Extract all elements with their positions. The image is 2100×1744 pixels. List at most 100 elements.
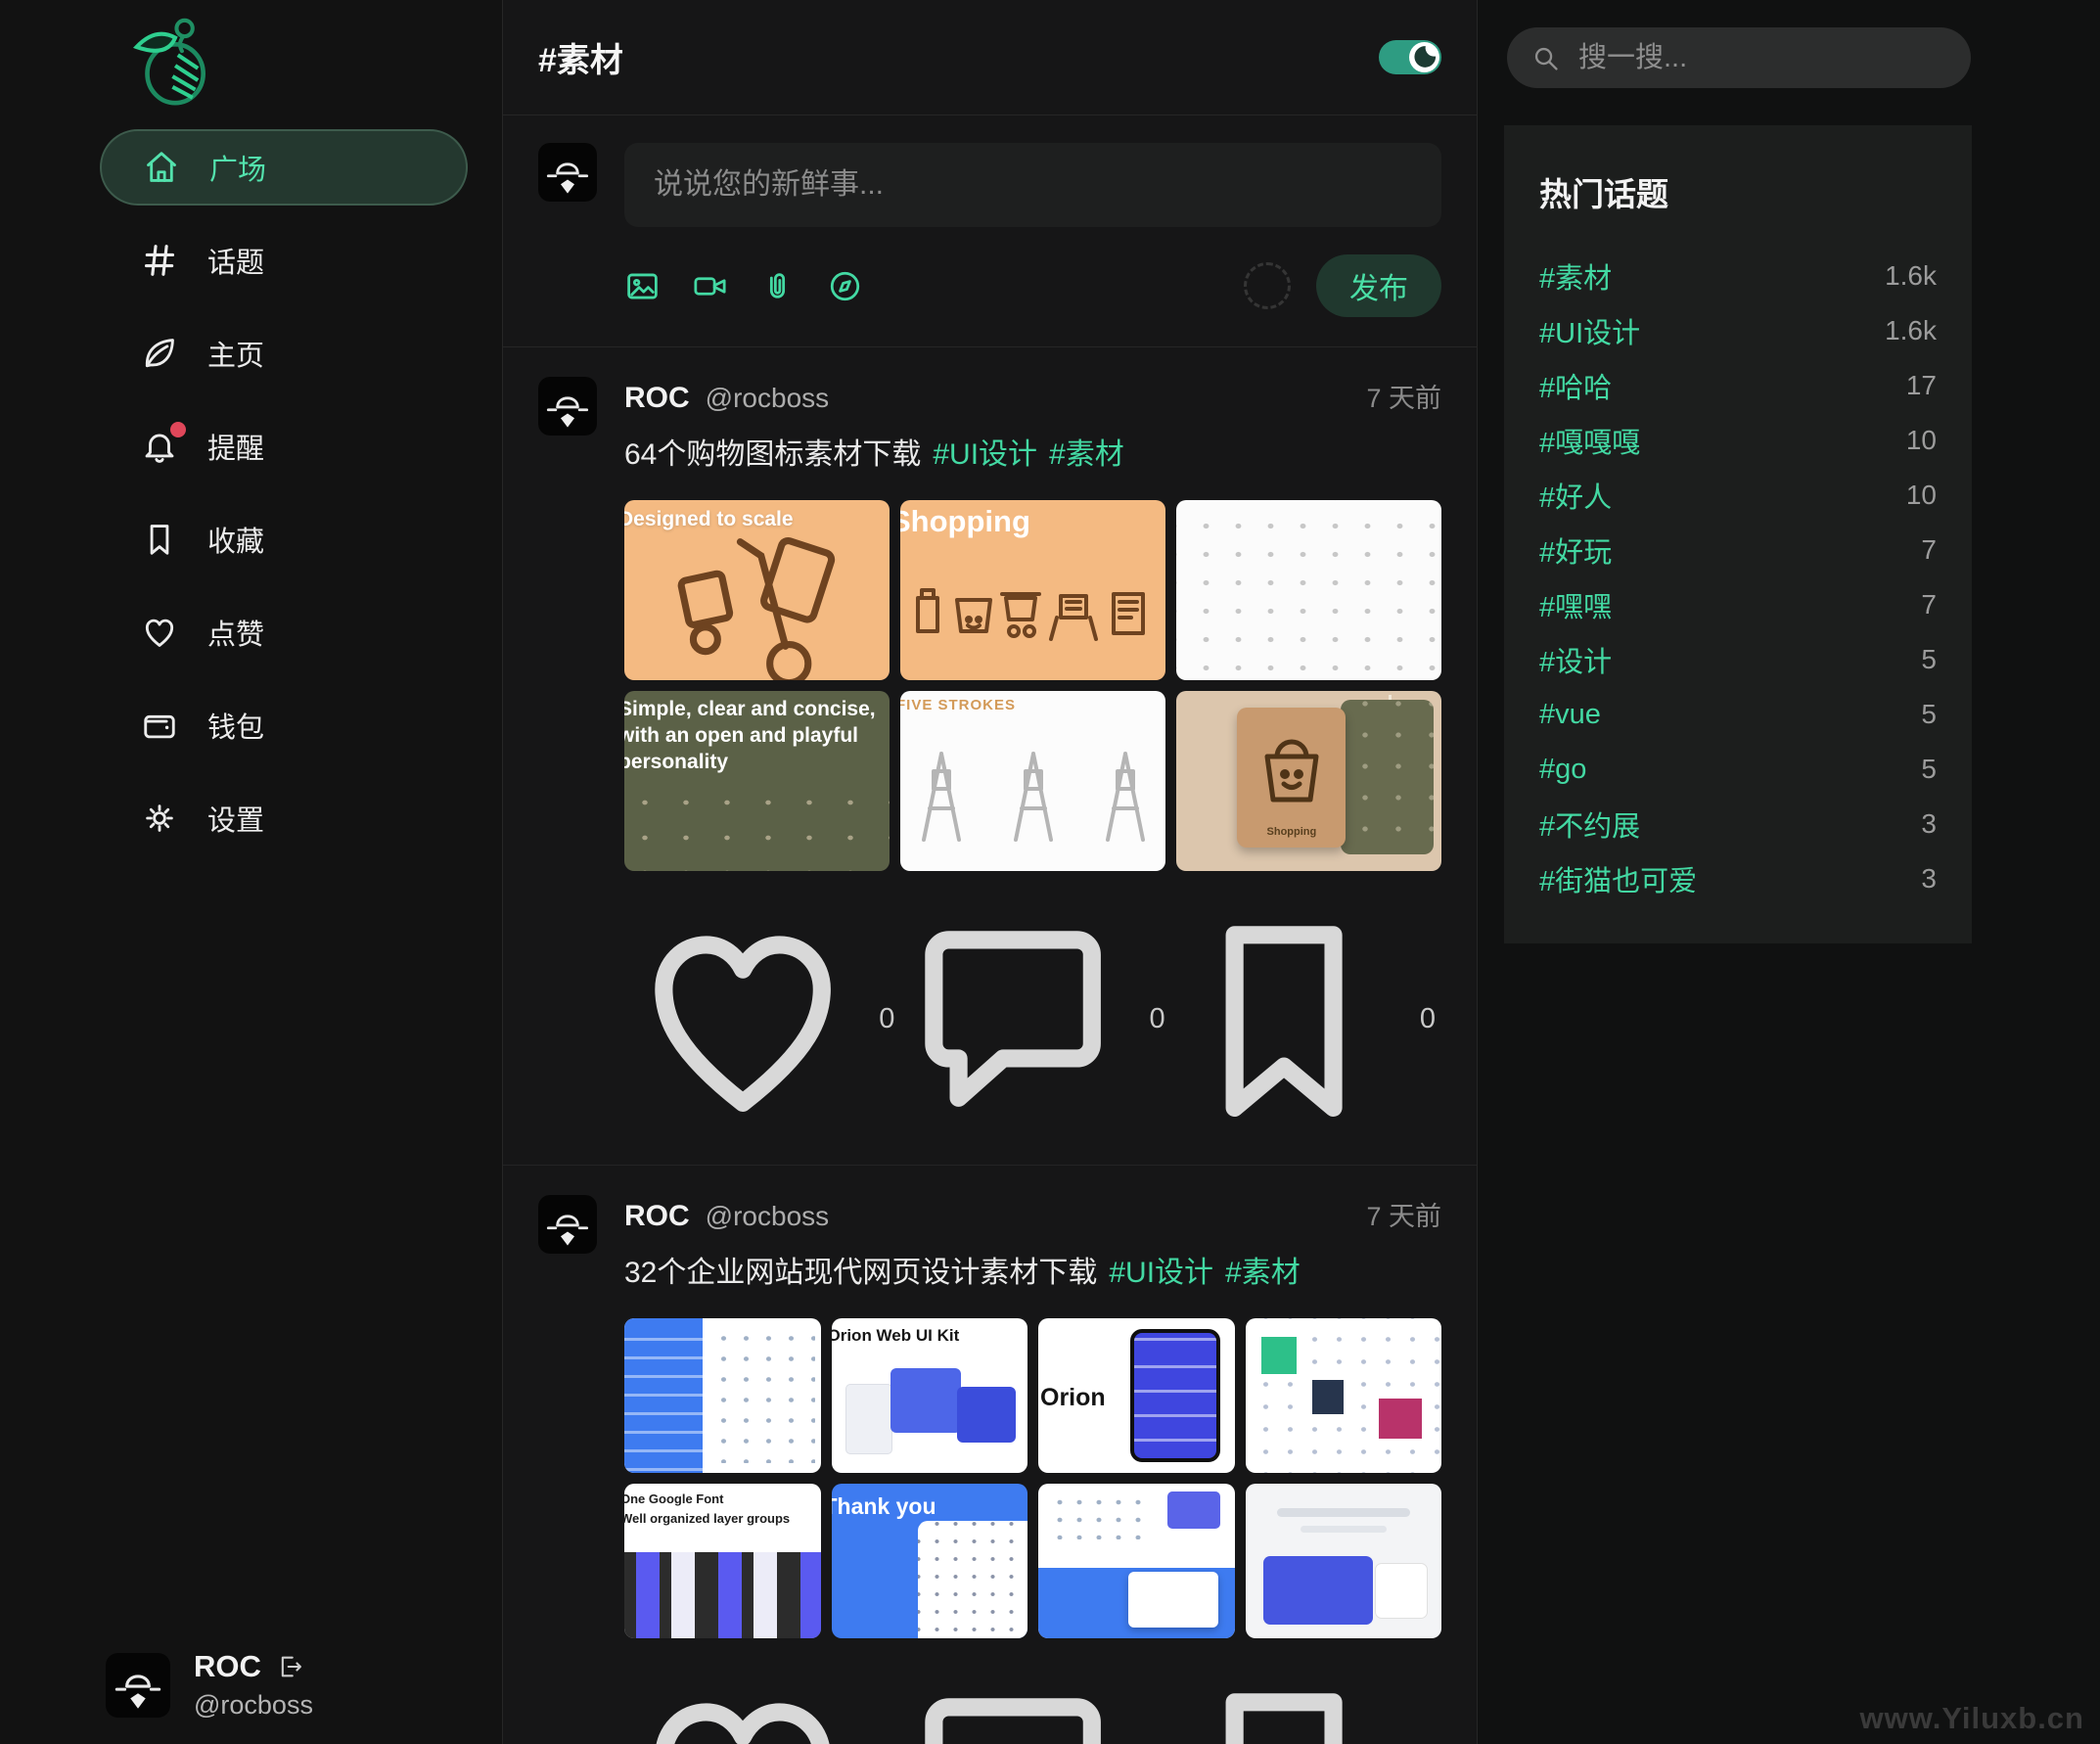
sidebar-item-label: 钱包	[207, 712, 265, 744]
post-handle[interactable]: @rocboss	[706, 383, 829, 414]
topic-row[interactable]: #嘎嘎嘎 10	[1539, 413, 1937, 468]
post-image-thumbnail[interactable]: Designed to scale	[624, 500, 890, 680]
topic-count: 10	[1905, 425, 1937, 455]
heart-icon	[624, 1668, 861, 1744]
post-image-thumbnail[interactable]	[1038, 1484, 1235, 1639]
post-image-thumbnail[interactable]: FIVE STROKES	[900, 691, 1165, 871]
post: ROC @rocboss 7 天前 64个购物图标素材下载 #UI设计 #素材 De…	[503, 347, 1477, 1167]
image-icon[interactable]	[624, 268, 661, 304]
post-author[interactable]: ROC	[624, 1200, 690, 1233]
dark-mode-toggle[interactable]	[1379, 40, 1441, 74]
post-handle[interactable]: @rocboss	[706, 1201, 829, 1232]
post-image-thumbnail[interactable]	[1176, 500, 1441, 680]
comment-button[interactable]: 0	[894, 900, 1165, 1137]
app-root: 广场 话题 主页 提醒 收藏 点赞 钱包 设置 ROC @rocboss #素材…	[0, 0, 2100, 1744]
post-image-thumbnail[interactable]: Shopping	[1176, 691, 1441, 871]
topic-label: #好玩	[1539, 537, 1613, 569]
sidebar-item-label: 广场	[209, 155, 267, 186]
topic-row[interactable]: #UI设计 1.6k	[1539, 303, 1937, 358]
app-logo[interactable]	[123, 14, 219, 110]
hash-icon	[141, 242, 178, 279]
post-image-thumbnail[interactable]: Orion Web UI Kit	[831, 1318, 1027, 1474]
topic-row[interactable]: #vue 5	[1539, 687, 1937, 742]
hashtag-link[interactable]: #素材	[1225, 1257, 1301, 1289]
hashtag-link[interactable]: #素材	[1049, 438, 1124, 471]
topic-label: #设计	[1539, 647, 1613, 678]
topic-row[interactable]: #不约展 3	[1539, 797, 1937, 851]
post-footer: 0 0 0	[624, 1668, 1441, 1744]
hashtag-link[interactable]: #UI设计	[1109, 1257, 1213, 1289]
post-composer: 发布	[503, 115, 1477, 347]
sidebar-item[interactable]: 钱包	[100, 687, 468, 763]
logout-icon[interactable]	[277, 1653, 304, 1680]
like-button[interactable]: 0	[624, 900, 894, 1137]
topic-label: #素材	[1539, 263, 1613, 295]
topic-row[interactable]: #素材 1.6k	[1539, 249, 1937, 303]
paperclip-icon[interactable]	[759, 268, 796, 304]
topic-count: 17	[1905, 370, 1937, 400]
post-time: 7 天前	[1366, 384, 1441, 413]
compass-icon[interactable]	[827, 268, 863, 304]
topic-row[interactable]: #好玩 7	[1539, 523, 1937, 577]
topic-count: 7	[1921, 589, 1937, 620]
home-icon	[143, 149, 180, 186]
post: ROC @rocboss 7 天前 32个企业网站现代网页设计素材下载 #UI设计…	[503, 1166, 1477, 1744]
post-image-thumbnail[interactable]: Simple, clear and concise, with an open …	[624, 691, 890, 871]
topic-row[interactable]: #哈哈 17	[1539, 358, 1937, 413]
hot-topics-title: 热门话题	[1539, 176, 1668, 212]
topic-count: 3	[1921, 808, 1937, 839]
sidebar-item[interactable]: 设置	[100, 780, 468, 856]
post-image-thumbnail[interactable]: One Google Font Well organized layer grou…	[624, 1484, 821, 1639]
sidebar-item[interactable]: 收藏	[100, 501, 468, 577]
post-image-thumbnail[interactable]: Thank you	[831, 1484, 1027, 1639]
post-image-thumbnail[interactable]	[624, 1318, 821, 1474]
bell-icon	[141, 422, 186, 465]
topic-row[interactable]: #街猫也可爱 3	[1539, 851, 1937, 906]
topic-row[interactable]: #设计 5	[1539, 632, 1937, 687]
moon-icon	[1409, 42, 1439, 72]
post-author[interactable]: ROC	[624, 382, 690, 415]
post-image-thumbnail[interactable]	[1245, 1318, 1441, 1474]
sidebar-item[interactable]: 广场	[100, 129, 468, 206]
left-sidebar: 广场 话题 主页 提醒 收藏 点赞 钱包 设置 ROC @rocboss	[0, 0, 502, 1744]
publish-button[interactable]: 发布	[1316, 254, 1441, 317]
like-button[interactable]: 0	[624, 1668, 894, 1744]
topic-row[interactable]: #嘿嘿 7	[1539, 577, 1937, 632]
composer-input[interactable]	[654, 168, 1412, 202]
bookmark-icon	[1165, 900, 1402, 1137]
search-input[interactable]	[1578, 41, 1947, 74]
comment-button[interactable]: 0	[894, 1668, 1164, 1744]
sidebar-item[interactable]: 点赞	[100, 594, 468, 670]
comment-icon	[894, 1668, 1131, 1744]
topic-row[interactable]: #好人 10	[1539, 468, 1937, 523]
sidebar-item-label: 点赞	[207, 620, 265, 651]
site-watermark: www.Yiluxb.cn	[1859, 1701, 2084, 1735]
video-icon[interactable]	[692, 268, 728, 304]
topic-count: 5	[1921, 644, 1937, 674]
topic-count: 5	[1921, 699, 1937, 729]
sidebar-item[interactable]: 主页	[100, 315, 468, 391]
sidebar-item[interactable]: 话题	[100, 222, 468, 298]
post-time: 7 天前	[1366, 1202, 1441, 1232]
wallet-icon	[141, 707, 178, 744]
toggle-knob	[1409, 42, 1439, 72]
bookmark-button[interactable]: 0	[1165, 900, 1436, 1137]
current-user-card[interactable]: ROC @rocboss	[106, 1649, 313, 1721]
topic-label: #UI设计	[1539, 318, 1641, 349]
heart-icon	[141, 614, 178, 651]
topic-label: #vue	[1539, 698, 1601, 730]
avatar[interactable]	[538, 377, 597, 436]
bookmark-button[interactable]: 0	[1165, 1668, 1436, 1744]
avatar[interactable]	[538, 1195, 597, 1255]
post-image-thumbnail[interactable]: Shopping	[900, 500, 1165, 680]
post-image-thumbnail[interactable]: Orion	[1038, 1318, 1235, 1474]
topic-label: #不约展	[1539, 811, 1641, 843]
topic-count: 3	[1921, 863, 1937, 894]
post-image-thumbnail[interactable]	[1245, 1484, 1441, 1639]
topic-label: #嘎嘎嘎	[1539, 428, 1641, 459]
hashtag-link[interactable]: #UI设计	[933, 438, 1037, 471]
sidebar-item[interactable]: 提醒	[100, 408, 468, 484]
emoji-picker-circle[interactable]	[1244, 262, 1291, 309]
topic-row[interactable]: #go 5	[1539, 742, 1937, 797]
topic-label: #好人	[1539, 482, 1613, 514]
